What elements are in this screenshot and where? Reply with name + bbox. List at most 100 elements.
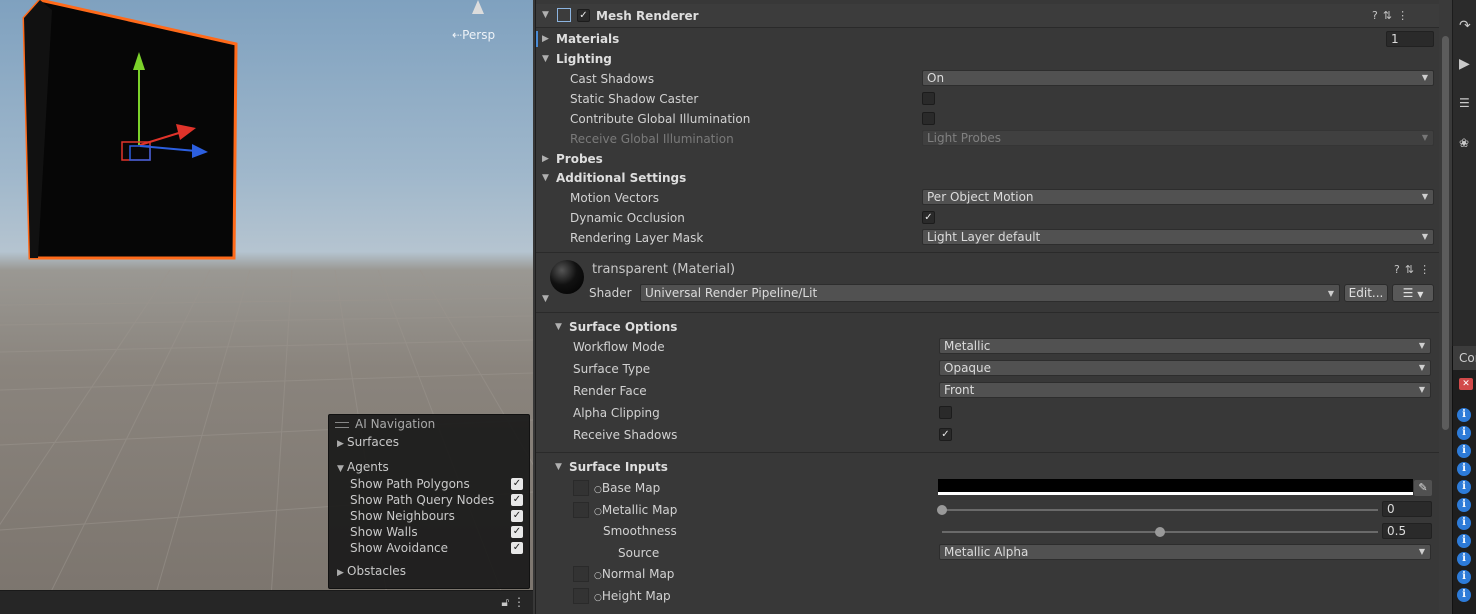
console-tab[interactable]: Cor — [1453, 346, 1476, 370]
clear-console-icon[interactable]: ✕ — [1459, 378, 1473, 390]
ai-navigation-overlay[interactable]: AI Navigation ▶ Surfaces ▼ Agents Show Pat… — [328, 414, 530, 589]
chevron-down-icon[interactable]: ▼ — [542, 10, 549, 20]
mesh-renderer-enabled-checkbox[interactable]: ✓ — [577, 9, 590, 22]
more-options-icon[interactable]: ⋮ — [1419, 263, 1435, 276]
info-icon[interactable]: i — [1457, 408, 1471, 422]
play-icon[interactable]: ▶ — [1459, 56, 1470, 72]
info-icon[interactable]: i — [1457, 462, 1471, 476]
chevron-right-icon[interactable]: ▶ — [542, 34, 549, 44]
texture-picker-icon[interactable]: ○ — [594, 507, 602, 517]
surfaces-foldout[interactable]: ▶ Surfaces — [329, 433, 529, 451]
show-avoidance-checkbox[interactable]: ✓ — [511, 542, 523, 554]
normal-map-label: ○Normal Map — [594, 567, 675, 581]
info-icon[interactable]: i — [1457, 552, 1471, 566]
surface-options-foldout[interactable]: Surface Options — [569, 320, 677, 334]
smoothness-value-field[interactable]: 0.5 — [1382, 523, 1432, 539]
brush-icon[interactable]: ❀ — [1459, 136, 1469, 150]
material-preview-sphere[interactable] — [550, 260, 584, 294]
chevron-down-icon[interactable]: ▼ — [555, 322, 562, 332]
more-options-icon[interactable]: ⋮ — [513, 595, 525, 609]
contribute-gi-checkbox[interactable] — [922, 112, 935, 125]
additional-settings-foldout[interactable]: Additional Settings — [556, 171, 686, 185]
chevron-down-icon[interactable]: ▼ — [555, 462, 562, 472]
surface-inputs-foldout[interactable]: Surface Inputs — [569, 460, 668, 474]
base-map-color-field[interactable] — [938, 479, 1413, 495]
workflow-mode-label: Workflow Mode — [573, 340, 665, 354]
workflow-mode-dropdown[interactable]: Metallic ▼ — [939, 338, 1431, 354]
eyedropper-icon[interactable]: ✎ — [1414, 480, 1432, 496]
dynamic-occlusion-checkbox[interactable]: ✓ — [922, 211, 935, 224]
lock-icon[interactable]: 🔓︎ — [501, 595, 509, 609]
more-options-icon[interactable]: ⋮ — [1397, 9, 1413, 22]
preset-icon[interactable]: ⇅ — [1405, 263, 1419, 276]
probes-foldout[interactable]: Probes — [556, 152, 603, 166]
render-face-dropdown[interactable]: Front ▼ — [939, 382, 1431, 398]
rendering-layer-mask-dropdown[interactable]: Light Layer default ▼ — [922, 229, 1434, 245]
drag-handle-icon[interactable] — [335, 421, 349, 428]
chevron-down-icon[interactable]: ▼ — [542, 173, 549, 183]
base-map-texture-slot[interactable] — [573, 480, 589, 496]
info-icon[interactable]: i — [1457, 480, 1471, 494]
motion-vectors-dropdown[interactable]: Per Object Motion ▼ — [922, 189, 1434, 205]
tool-icon[interactable]: ☰ — [1459, 96, 1470, 110]
info-icon[interactable]: i — [1457, 534, 1471, 548]
cast-shadows-dropdown[interactable]: On ▼ — [922, 70, 1434, 86]
info-icon[interactable]: i — [1457, 498, 1471, 512]
show-path-polygons-checkbox[interactable]: ✓ — [511, 478, 523, 490]
smoothness-source-dropdown[interactable]: Metallic Alpha ▼ — [939, 544, 1431, 560]
help-icon[interactable]: ? — [1394, 263, 1405, 276]
dropdown-arrow-icon: ▼ — [1418, 341, 1425, 350]
list-icon: ☰ — [1402, 286, 1414, 300]
move-gizmo[interactable] — [110, 50, 220, 170]
normal-map-texture-slot[interactable] — [573, 566, 589, 582]
info-icon[interactable]: i — [1457, 444, 1471, 458]
ai-navigation-header[interactable]: AI Navigation — [329, 415, 529, 433]
scrollbar-thumb[interactable] — [1442, 36, 1449, 430]
inspector-scrollbar[interactable] — [1439, 0, 1452, 614]
lighting-foldout[interactable]: Lighting — [556, 52, 612, 66]
base-map-label: ○Base Map — [594, 481, 661, 495]
edit-shader-button[interactable]: Edit... — [1344, 284, 1388, 302]
surface-type-dropdown[interactable]: Opaque ▼ — [939, 360, 1431, 376]
info-icon[interactable]: i — [1457, 588, 1471, 602]
metallic-map-texture-slot[interactable] — [573, 502, 589, 518]
show-walls-checkbox[interactable]: ✓ — [511, 526, 523, 538]
static-shadow-caster-checkbox[interactable] — [922, 92, 935, 105]
alpha-clipping-checkbox[interactable] — [939, 406, 952, 419]
metallic-value-field[interactable]: 0 — [1382, 501, 1432, 517]
help-icon[interactable]: ? — [1372, 9, 1383, 22]
show-path-query-nodes-checkbox[interactable]: ✓ — [511, 494, 523, 506]
show-neighbours-row: Show Neighbours ✓ — [350, 509, 523, 523]
texture-picker-icon[interactable]: ○ — [594, 485, 602, 495]
shader-dropdown[interactable]: Universal Render Pipeline/Lit ▼ — [640, 284, 1340, 302]
inspector-panel: ▼ ✓ Mesh Renderer ?⇅⋮ ▶ Materials 1 ▼ Li… — [535, 0, 1440, 614]
chevron-down-icon[interactable]: ▼ — [542, 294, 549, 304]
metallic-slider-track[interactable] — [942, 509, 1378, 511]
component-divider — [536, 252, 1440, 253]
metallic-slider-handle[interactable] — [937, 505, 947, 515]
persp-label[interactable]: ⇠Persp — [452, 28, 495, 42]
scene-gizmo-cone[interactable] — [470, 0, 486, 16]
shader-options-button[interactable]: ☰ ▼ — [1392, 284, 1434, 302]
obstacles-foldout[interactable]: ▶ Obstacles — [329, 562, 529, 580]
materials-foldout[interactable]: Materials — [556, 32, 619, 46]
smoothness-slider-handle[interactable] — [1155, 527, 1165, 537]
scene-view[interactable]: ⇠Persp AI Navigation ▶ Surfaces ▼ Agents S… — [0, 0, 533, 614]
info-icon[interactable]: i — [1457, 570, 1471, 584]
smoothness-label: Smoothness — [603, 524, 677, 538]
height-map-texture-slot[interactable] — [573, 588, 589, 604]
show-neighbours-checkbox[interactable]: ✓ — [511, 510, 523, 522]
materials-count-field[interactable]: 1 — [1386, 31, 1434, 47]
chevron-right-icon: ▶ — [337, 568, 344, 578]
preset-icon[interactable]: ⇅ — [1383, 9, 1397, 22]
receive-shadows-checkbox[interactable]: ✓ — [939, 428, 952, 441]
chevron-down-icon[interactable]: ▼ — [542, 54, 549, 64]
mesh-renderer-header[interactable]: ▼ ✓ Mesh Renderer ?⇅⋮ — [536, 4, 1440, 28]
texture-picker-icon[interactable]: ○ — [594, 571, 602, 581]
info-icon[interactable]: i — [1457, 426, 1471, 440]
chevron-right-icon[interactable]: ▶ — [542, 154, 549, 164]
texture-picker-icon[interactable]: ○ — [594, 593, 602, 603]
rotate-tool-icon[interactable]: ↷ — [1459, 18, 1471, 34]
info-icon[interactable]: i — [1457, 516, 1471, 530]
agents-foldout[interactable]: ▼ Agents — [329, 458, 529, 476]
